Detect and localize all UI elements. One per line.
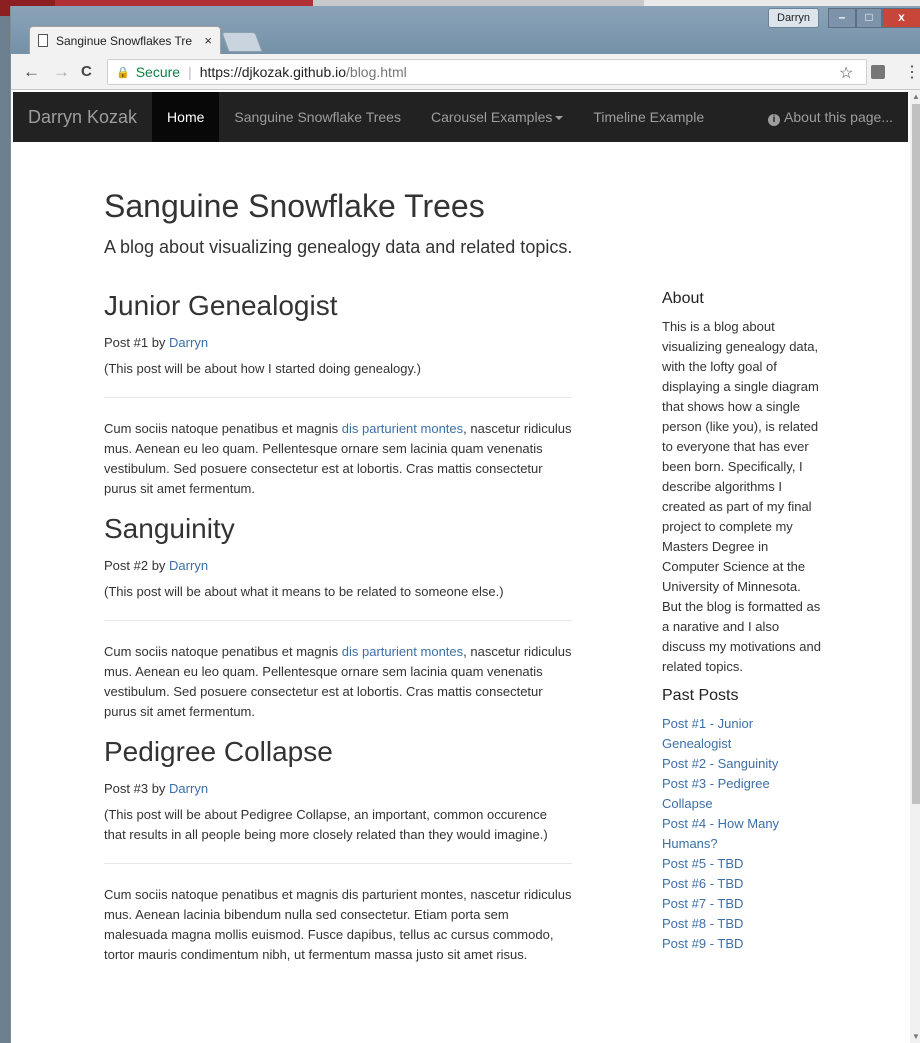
list-item: Post #4 - How Many Humans? xyxy=(662,814,822,854)
address-bar[interactable]: 🔒 Secure | https://djkozak.github.io /bl… xyxy=(107,59,867,85)
past-post-link[interactable]: Post #1 - Junior Genealogist xyxy=(662,716,753,751)
past-post-link[interactable]: Post #6 - TBD xyxy=(662,876,743,891)
blog-post: Junior Genealogist Post #1 by Darryn (Th… xyxy=(104,290,572,499)
blog-title: Sanguine Snowflake Trees xyxy=(104,188,485,224)
nav-carousel-examples[interactable]: Carousel Examples xyxy=(416,92,578,142)
post-divider xyxy=(104,620,572,621)
menu-icon[interactable]: ⋮ xyxy=(904,62,920,82)
post-body: Cum sociis natoque penatibus et magnis d… xyxy=(104,642,572,722)
sidebar-past-posts-heading: Past Posts xyxy=(662,687,739,704)
navbar-brand[interactable]: Darryn Kozak xyxy=(13,107,152,128)
reload-icon[interactable]: C xyxy=(81,63,92,80)
past-posts-list: Post #1 - Junior Genealogist Post #2 - S… xyxy=(662,714,822,954)
url-separator: | xyxy=(188,64,192,80)
blog-description: A blog about visualizing genealogy data … xyxy=(104,237,573,257)
post-number: Post #1 by xyxy=(104,335,170,350)
document-icon xyxy=(38,34,48,47)
list-item: Post #9 - TBD xyxy=(662,934,822,954)
browser-window: Sanginue Snowflakes Tre × Darryn – □ x ←… xyxy=(10,6,920,1043)
post-body-text-a: Cum sociis natoque penatibus et magnis xyxy=(104,644,342,659)
scroll-down-icon[interactable]: ▼ xyxy=(912,1032,920,1041)
post-note: (This post will be about how I started d… xyxy=(104,361,421,376)
secure-label: Secure xyxy=(135,64,181,80)
sidebar-about-heading: About xyxy=(662,290,704,307)
post-number: Post #3 by xyxy=(104,781,170,796)
post-meta: Post #2 by Darryn xyxy=(104,558,572,573)
blog-main: Junior Genealogist Post #1 by Darryn (Th… xyxy=(104,290,572,965)
minimize-button[interactable]: – xyxy=(828,8,856,28)
lock-icon: 🔒 xyxy=(116,66,130,79)
url-path: /blog.html xyxy=(346,64,407,80)
past-post-link[interactable]: Post #5 - TBD xyxy=(662,856,743,871)
url-host: https://djkozak.github.io xyxy=(199,64,347,80)
post-meta: Post #3 by Darryn xyxy=(104,781,572,796)
list-item: Post #3 - Pedigree Collapse xyxy=(662,774,822,814)
back-icon[interactable]: ← xyxy=(23,62,40,82)
post-body: Cum sociis natoque penatibus et magnis d… xyxy=(104,419,572,499)
profile-button[interactable]: Darryn xyxy=(768,8,820,28)
post-author-link[interactable]: Darryn xyxy=(169,558,208,573)
post-author-link[interactable]: Darryn xyxy=(169,335,208,350)
bookmark-star-icon[interactable]: ☆ xyxy=(839,63,853,83)
nav-home[interactable]: Home xyxy=(152,92,220,142)
blog-sidebar: About This is a blog about visualizing g… xyxy=(662,290,822,954)
post-note: (This post will be about Pedigree Collap… xyxy=(104,807,548,842)
post-note: (This post will be about what it means t… xyxy=(104,584,504,599)
past-post-link[interactable]: Post #2 - Sanguinity xyxy=(662,756,778,771)
new-tab-button[interactable] xyxy=(221,32,263,52)
tab-title: Sanginue Snowflakes Tre xyxy=(56,33,193,48)
tab-close-icon[interactable]: × xyxy=(204,33,212,48)
sidebar-about-text: This is a blog about visualizing genealo… xyxy=(662,319,821,674)
blog-header: Sanguine Snowflake Trees A blog about vi… xyxy=(104,188,844,258)
list-item: Post #1 - Junior Genealogist xyxy=(662,714,822,754)
post-title: Pedigree Collapse xyxy=(104,736,333,767)
post-body-text-a: Cum sociis natoque penatibus et magnis xyxy=(104,421,342,436)
post-number: Post #2 by xyxy=(104,558,170,573)
post-author-link[interactable]: Darryn xyxy=(169,781,208,796)
post-title: Sanguinity xyxy=(104,513,235,544)
list-item: Post #6 - TBD xyxy=(662,874,822,894)
maximize-button[interactable]: □ xyxy=(856,8,882,28)
tab-blog[interactable]: Sanginue Snowflakes Tre × xyxy=(29,26,221,54)
post-body-link[interactable]: dis parturient montes xyxy=(342,644,463,659)
tab-strip: Sanginue Snowflakes Tre × Darryn – □ x xyxy=(11,6,920,54)
past-post-link[interactable]: Post #8 - TBD xyxy=(662,916,743,931)
nav-about-label: About this page... xyxy=(784,109,893,125)
post-body: Cum sociis natoque penatibus et magnis d… xyxy=(104,887,572,962)
scroll-up-icon[interactable]: ▲ xyxy=(912,92,920,101)
post-body-link[interactable]: dis parturient montes xyxy=(342,421,463,436)
blog-post: Pedigree Collapse Post #3 by Darryn (Thi… xyxy=(104,736,572,965)
close-window-button[interactable]: x xyxy=(882,8,920,28)
list-item: Post #5 - TBD xyxy=(662,854,822,874)
list-item: Post #2 - Sanguinity xyxy=(662,754,822,774)
page-scrollbar[interactable]: ▲ ▼ xyxy=(910,90,920,1043)
post-meta: Post #1 by Darryn xyxy=(104,335,572,350)
past-post-link[interactable]: Post #3 - Pedigree Collapse xyxy=(662,776,770,811)
post-divider xyxy=(104,397,572,398)
site-navbar: Darryn Kozak Home Sanguine Snowflake Tre… xyxy=(13,92,908,142)
info-icon: i xyxy=(768,114,781,126)
list-item: Post #8 - TBD xyxy=(662,914,822,934)
nav-timeline-example[interactable]: Timeline Example xyxy=(578,92,719,142)
page-viewport: Darryn Kozak Home Sanguine Snowflake Tre… xyxy=(11,90,910,1043)
scrollbar-thumb[interactable] xyxy=(912,104,920,804)
post-divider xyxy=(104,863,572,864)
nav-carousel-label: Carousel Examples xyxy=(430,109,553,125)
forward-icon[interactable]: → xyxy=(53,62,70,82)
extension-icon[interactable] xyxy=(871,65,885,79)
past-post-link[interactable]: Post #7 - TBD xyxy=(662,896,743,911)
blog-post: Sanguinity Post #2 by Darryn (This post … xyxy=(104,513,572,722)
past-post-link[interactable]: Post #9 - TBD xyxy=(662,936,743,951)
caret-down-icon xyxy=(555,116,564,121)
past-post-link[interactable]: Post #4 - How Many Humans? xyxy=(662,816,779,851)
list-item: Post #7 - TBD xyxy=(662,894,822,914)
browser-toolbar: ← → C 🔒 Secure | https://djkozak.github.… xyxy=(11,54,920,90)
nav-sanguine-snowflake-trees[interactable]: Sanguine Snowflake Trees xyxy=(219,92,416,142)
post-title: Junior Genealogist xyxy=(104,290,338,321)
nav-about-page[interactable]: i About this page... xyxy=(753,92,908,142)
